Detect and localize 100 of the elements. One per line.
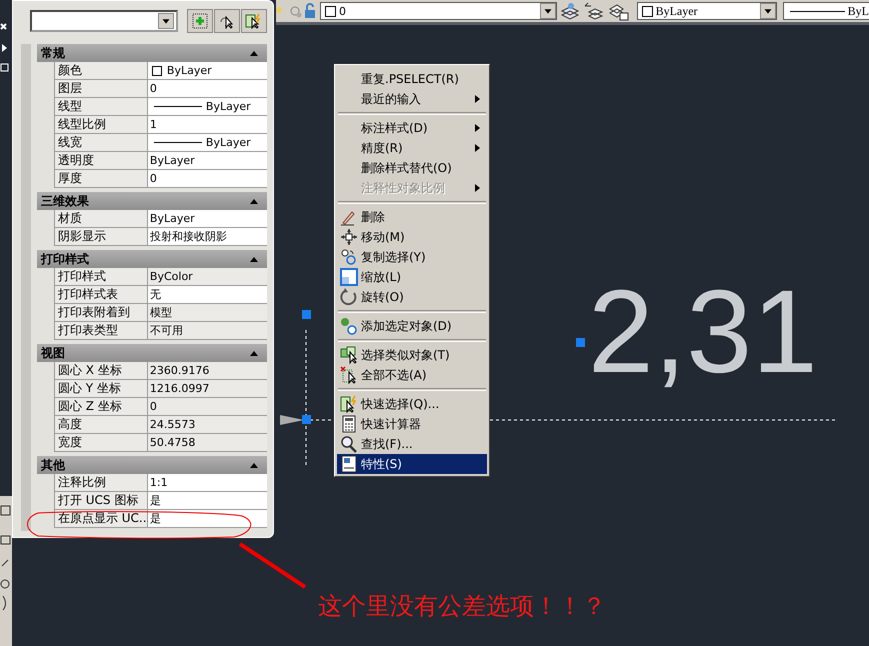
- property-value[interactable]: ByLayer: [148, 62, 267, 80]
- property-value[interactable]: 0: [148, 398, 267, 416]
- color-swatch-icon: [325, 6, 336, 16]
- menu-item[interactable]: 查找(F)...: [337, 434, 487, 454]
- select-similar-icon: [340, 346, 358, 364]
- property-name: 圆心 Y 坐标: [54, 380, 148, 398]
- property-value[interactable]: 模型: [148, 304, 267, 322]
- value-text: 是: [150, 511, 161, 526]
- property-value[interactable]: 是: [148, 492, 267, 510]
- property-name: 圆心 Z 坐标: [54, 398, 148, 416]
- collapse-arrow-icon[interactable]: [249, 255, 259, 263]
- menu-item[interactable]: 全部不选(A): [337, 365, 487, 385]
- property-value[interactable]: 是: [148, 510, 267, 528]
- scrollbar-track[interactable]: [21, 44, 31, 531]
- menu-item[interactable]: 缩放(L): [337, 267, 487, 287]
- section-title: 三维效果: [40, 192, 89, 210]
- menu-item[interactable]: 复制选择(Y): [337, 247, 487, 267]
- menu-item[interactable]: 快速选择(Q)...: [337, 394, 487, 414]
- section-header[interactable]: 常规: [36, 44, 267, 62]
- color-value: ByLayer: [654, 4, 699, 18]
- collapse-arrow-icon[interactable]: [249, 197, 259, 205]
- property-value[interactable]: ByLayer: [148, 134, 267, 152]
- section-header[interactable]: 三维效果: [36, 192, 267, 210]
- select-objects-button[interactable]: [214, 9, 240, 33]
- line-sample-icon: [154, 106, 202, 107]
- collapse-arrow-icon[interactable]: [249, 461, 259, 469]
- line-sample-icon: [154, 142, 202, 143]
- line-sample-icon: [790, 10, 845, 12]
- layers-stack-icon[interactable]: [558, 1, 581, 21]
- property-value[interactable]: ByLayer: [148, 210, 267, 228]
- property-name: 线型: [54, 98, 148, 116]
- property-value[interactable]: 0: [148, 170, 267, 188]
- grip-handle[interactable]: [302, 310, 311, 319]
- value-text: 模型: [150, 305, 172, 320]
- value-text: 1:1: [150, 476, 168, 489]
- property-value[interactable]: 1: [148, 116, 267, 134]
- menu-item[interactable]: 移动(M): [337, 227, 487, 247]
- property-value[interactable]: 1:1: [148, 474, 267, 492]
- value-text: 50.4758: [150, 436, 196, 449]
- lock-icon[interactable]: [304, 3, 318, 19]
- property-value[interactable]: 2360.9176: [148, 362, 267, 380]
- menu-item[interactable]: 最近的输入: [337, 89, 487, 109]
- section-header[interactable]: 视图: [36, 344, 267, 362]
- property-value[interactable]: 50.4758: [148, 434, 267, 452]
- property-name: 打印表附着到: [54, 304, 148, 322]
- search-icon: [340, 435, 358, 453]
- calculator-icon: [340, 415, 358, 433]
- grip-handle[interactable]: [576, 338, 585, 347]
- menu-item[interactable]: 标注样式(D): [337, 118, 487, 138]
- menu-item[interactable]: 快速计算器: [337, 414, 487, 434]
- property-value[interactable]: 不可用: [148, 322, 267, 340]
- menu-item[interactable]: 添加选定对象(D): [337, 316, 487, 336]
- menu-item[interactable]: 旋转(O): [337, 287, 487, 307]
- property-value[interactable]: 1216.0997: [148, 380, 267, 398]
- property-value[interactable]: 无: [148, 286, 267, 304]
- layer-dropdown[interactable]: 0: [320, 2, 557, 20]
- color-dropdown[interactable]: ByLayer: [636, 2, 777, 20]
- section-header[interactable]: 其他: [36, 456, 267, 474]
- value-text: ByLayer: [150, 212, 195, 225]
- menu-item[interactable]: 精度(R): [337, 138, 487, 158]
- add-objects-icon: [340, 317, 358, 335]
- value-text: ByLayer: [206, 136, 251, 149]
- property-name: 圆心 X 坐标: [54, 362, 148, 380]
- menu-item[interactable]: 删除: [337, 207, 487, 227]
- selection-dropdown[interactable]: [30, 10, 178, 32]
- property-name: 打印样式表: [54, 286, 148, 304]
- move-arrows-icon: [340, 228, 358, 246]
- copy-circles-icon: [340, 248, 358, 266]
- menu-item[interactable]: 重复.PSELECT(R): [337, 69, 487, 89]
- property-name: 线宽: [54, 134, 148, 152]
- layers-previous-icon[interactable]: [582, 1, 605, 21]
- property-name: 打印样式: [54, 268, 148, 286]
- property-value[interactable]: ByLayer: [148, 152, 267, 170]
- property-value[interactable]: ByColor: [148, 268, 267, 286]
- value-text: 0: [150, 82, 157, 95]
- menu-item[interactable]: 删除样式替代(O): [337, 158, 487, 178]
- property-name: 打开 UCS 图标: [54, 492, 148, 510]
- property-value[interactable]: 投射和接收阴影: [148, 228, 267, 246]
- section-title: 打印样式: [40, 250, 89, 268]
- value-text: 0: [150, 172, 157, 185]
- collapse-arrow-icon[interactable]: [249, 349, 259, 357]
- value-text: ByLayer: [166, 64, 212, 77]
- linetype-dropdown[interactable]: ByL: [782, 2, 869, 20]
- property-name: 高度: [54, 416, 148, 434]
- grip-handle[interactable]: [302, 415, 311, 424]
- property-value[interactable]: 0: [148, 80, 267, 98]
- linetype-value: ByL: [846, 4, 869, 18]
- quick-select-button[interactable]: [241, 9, 267, 33]
- section-header[interactable]: 打印样式: [36, 250, 267, 268]
- property-value[interactable]: ByLayer: [148, 98, 267, 116]
- property-value[interactable]: 24.5573: [148, 416, 267, 434]
- menu-item[interactable]: 特性(S): [337, 454, 487, 474]
- value-text: 2360.9176: [150, 364, 210, 377]
- property-name: 厚度: [54, 170, 148, 188]
- rotate-icon: [340, 288, 358, 306]
- section-title: 其他: [40, 456, 65, 474]
- menu-item[interactable]: 选择类似对象(T): [337, 345, 487, 365]
- toggle-pickadd-button[interactable]: [187, 9, 214, 33]
- color-swatch-icon: [152, 66, 162, 76]
- collapse-arrow-icon[interactable]: [249, 49, 259, 57]
